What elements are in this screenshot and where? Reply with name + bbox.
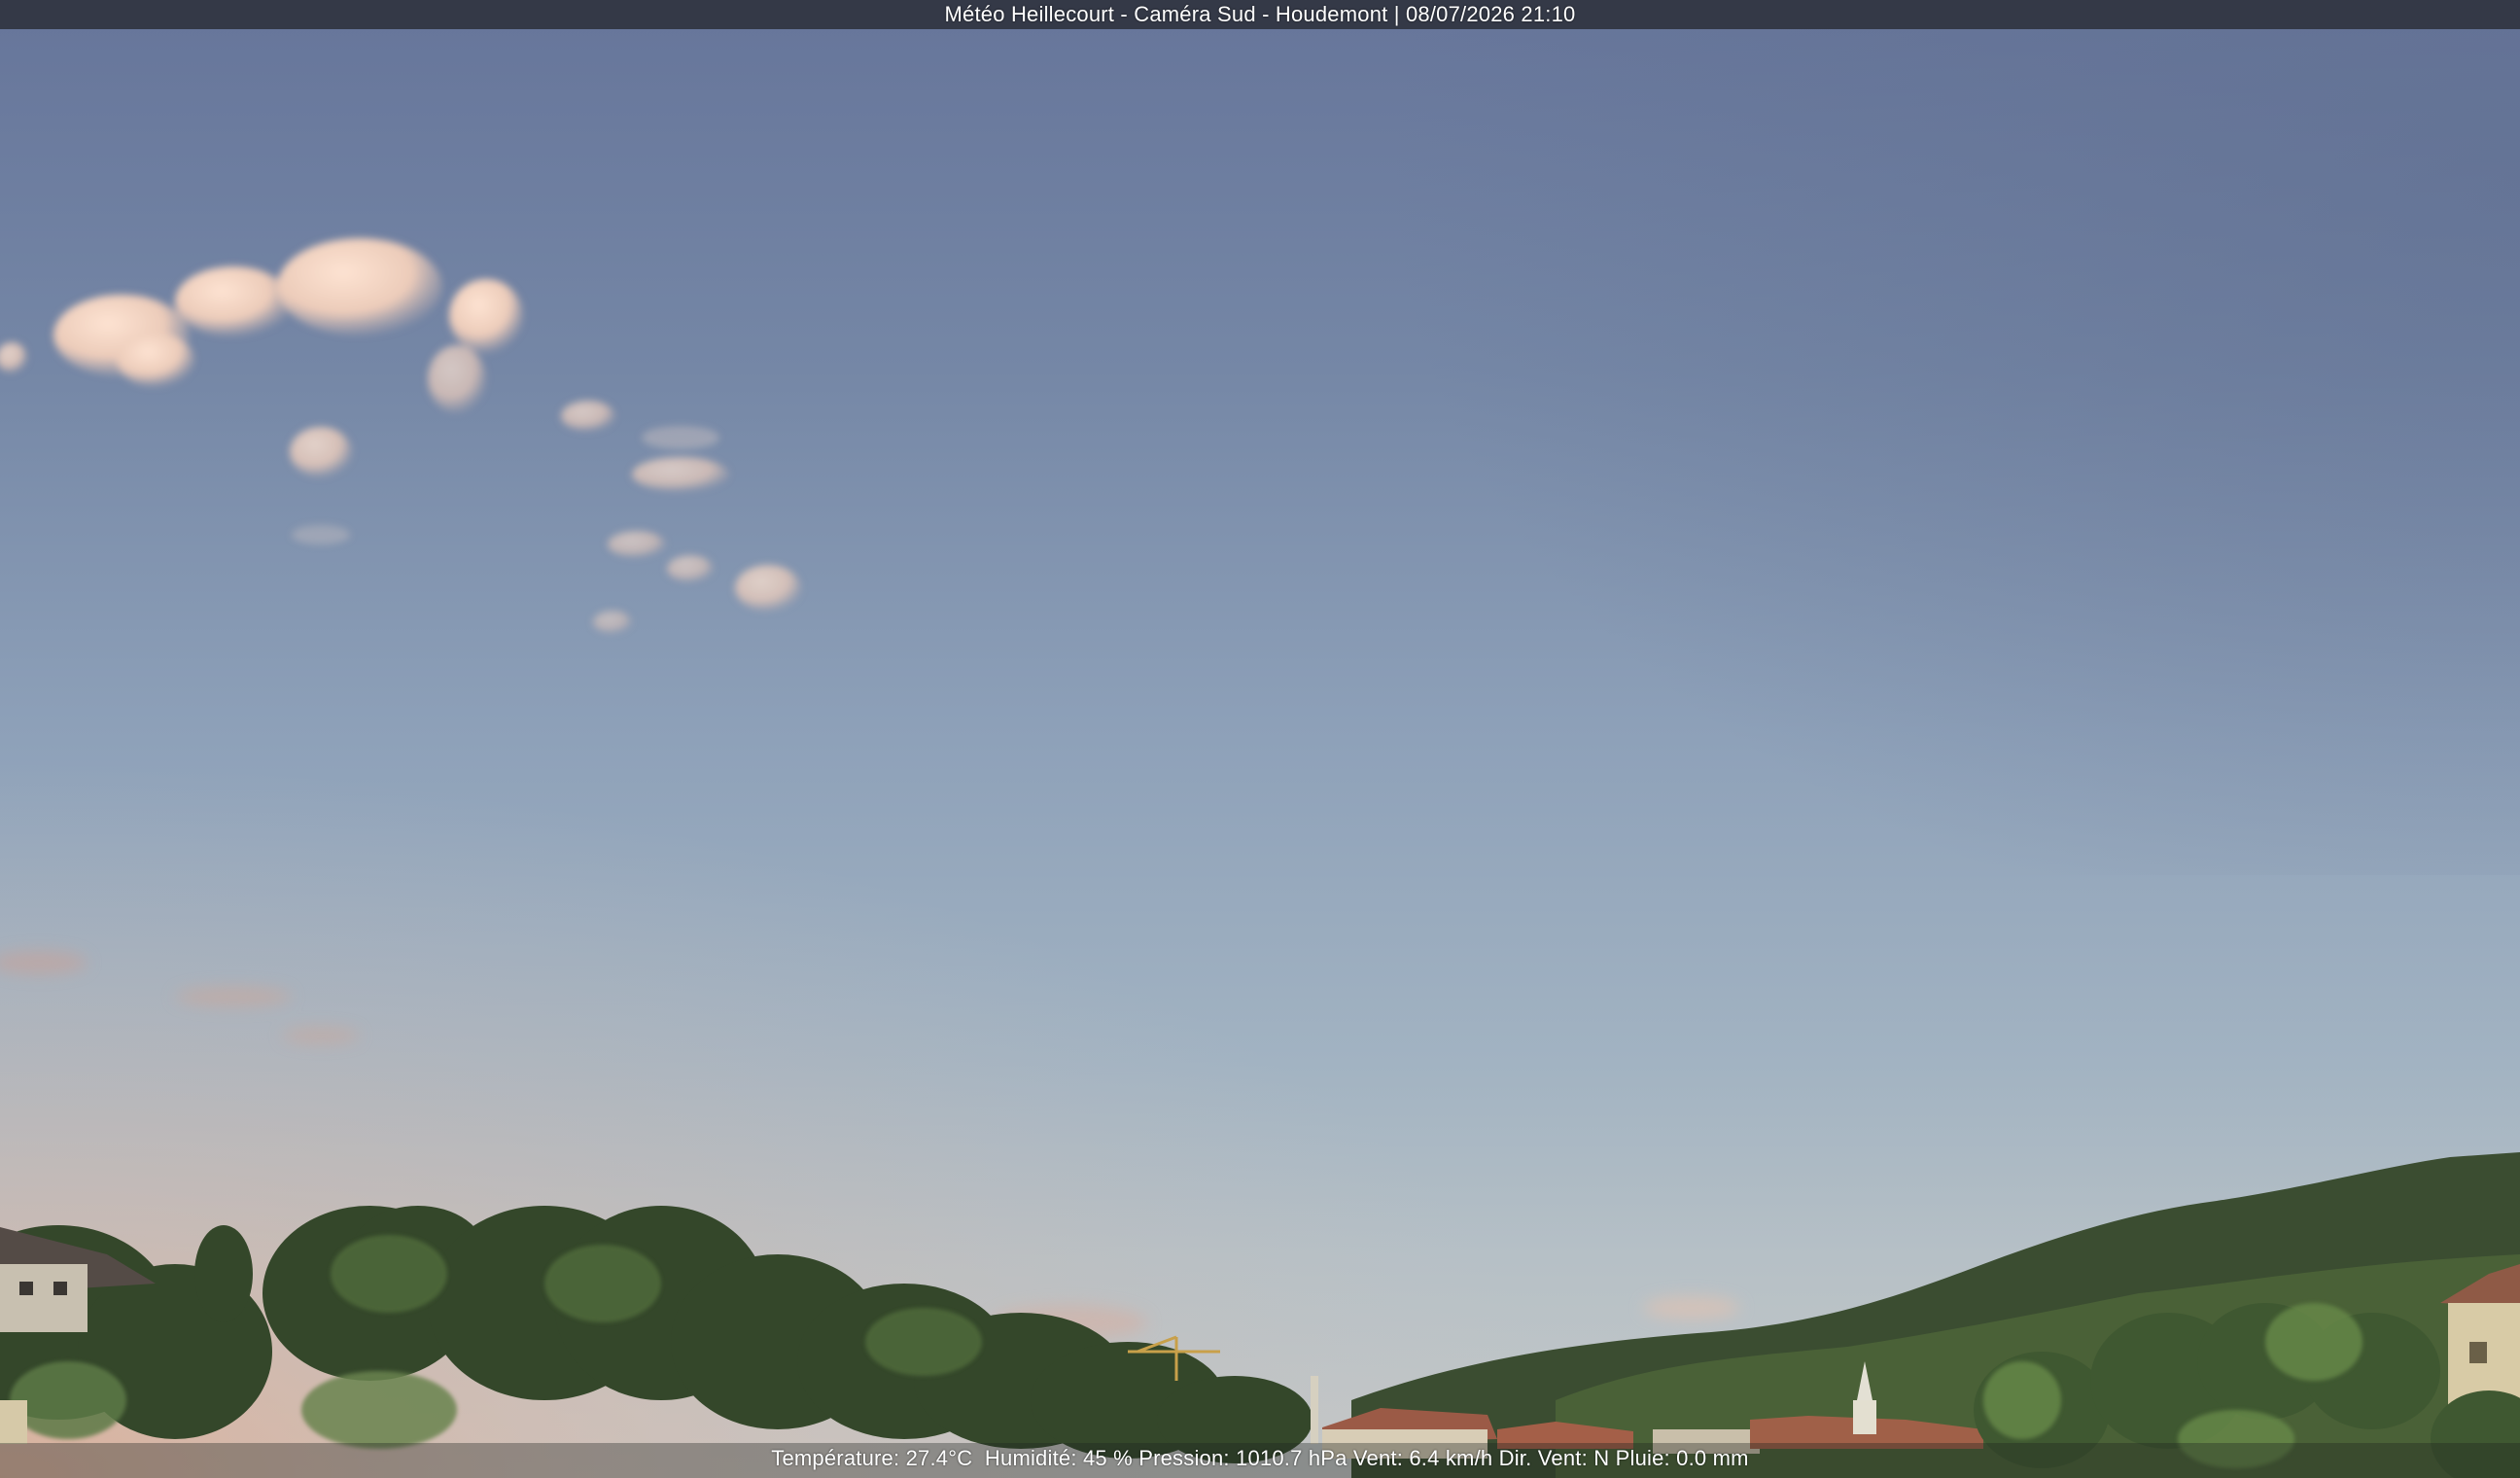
- caption-title: Météo Heillecourt - Caméra Sud - Houdemo…: [0, 0, 2520, 29]
- webcam-frame: Météo Heillecourt - Caméra Sud - Houdemo…: [0, 0, 2520, 1478]
- webcam-image: [0, 0, 2520, 1478]
- upper-right-shade: [1264, 0, 2520, 875]
- weather-readout: Température: 27.4°C Humidité: 45 % Press…: [0, 1443, 2520, 1478]
